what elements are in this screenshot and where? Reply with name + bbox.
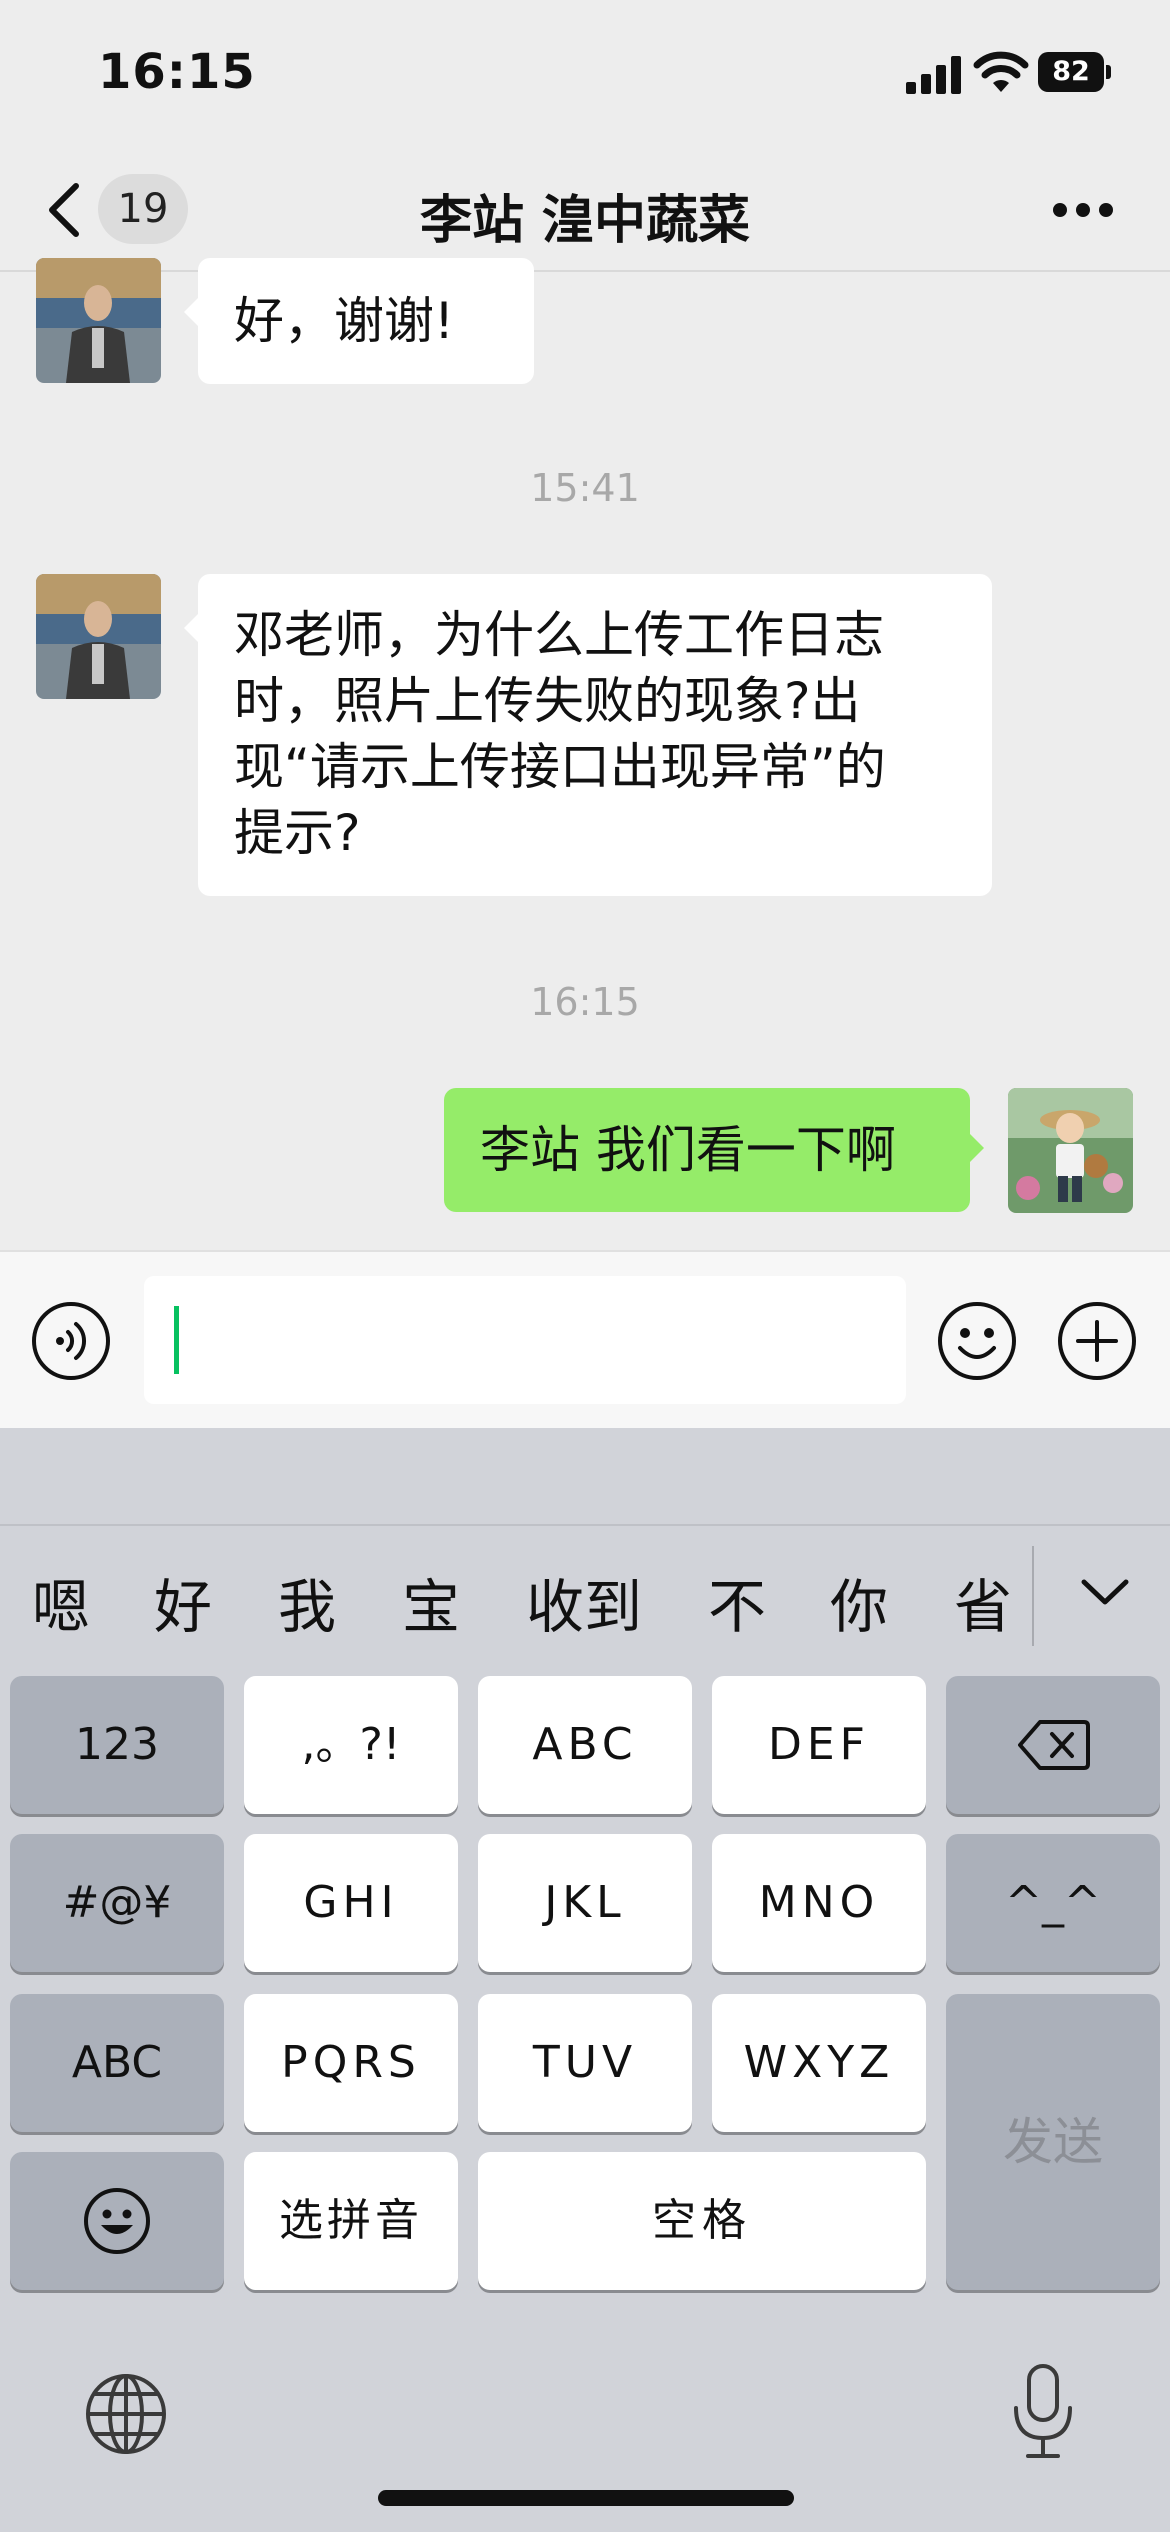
keyboard: 嗯 好 我 宝 收到 不 你 省 123 ,。?! ABC DEF #@¥ GH…: [0, 1428, 1170, 2532]
key-symbols[interactable]: #@¥: [10, 1834, 224, 1972]
text-caret: [174, 1306, 179, 1374]
message-bubble-outgoing[interactable]: 李站 我们看一下啊: [444, 1088, 984, 1212]
plus-icon[interactable]: [1056, 1300, 1138, 1382]
wifi-icon: [973, 51, 1029, 92]
key-punctuation[interactable]: ,。?!: [244, 1676, 458, 1814]
status-bar: 16:15 82: [0, 0, 1170, 150]
key-jkl[interactable]: JKL: [478, 1834, 692, 1972]
message-line: 时，照片上传失败的现象?出: [234, 672, 861, 730]
signal-icon: [906, 56, 961, 94]
key-pqrs[interactable]: PQRS: [244, 1994, 458, 2132]
candidate[interactable]: 你: [830, 1560, 888, 1644]
key-space[interactable]: 空格: [478, 2152, 926, 2290]
voice-icon[interactable]: [30, 1300, 112, 1382]
key-emoji[interactable]: [10, 2152, 224, 2290]
message-text: 好，谢谢!: [234, 292, 455, 350]
message-timestamp: 15:41: [530, 466, 640, 510]
message-text: 李站 我们看一下啊: [480, 1121, 896, 1179]
home-indicator: [378, 2490, 794, 2506]
collapse-chevron-icon[interactable]: [1070, 1572, 1140, 1612]
candidate[interactable]: 好: [154, 1560, 212, 1644]
candidate[interactable]: 宝: [402, 1560, 460, 1644]
message-line: 邓老师，为什么上传工作日志: [234, 606, 884, 664]
key-tuv[interactable]: TUV: [478, 1994, 692, 2132]
key-def[interactable]: DEF: [712, 1676, 926, 1814]
key-english[interactable]: ABC: [10, 1994, 224, 2132]
emoji-icon[interactable]: [936, 1300, 1018, 1382]
input-bar: [0, 1250, 1170, 1428]
key-kaomoji[interactable]: ^_^: [946, 1834, 1160, 1972]
battery-level: 82: [1038, 52, 1104, 92]
key-wxyz[interactable]: WXYZ: [712, 1994, 926, 2132]
message-bubble-incoming[interactable]: 好，谢谢!: [184, 258, 534, 384]
candidate[interactable]: 省: [954, 1560, 1012, 1644]
message-bubble-incoming[interactable]: 邓老师，为什么上传工作日志 时，照片上传失败的现象?出 现“请示上传接口出现异常…: [184, 574, 992, 896]
chat-header: 19 李站 湟中蔬菜: [0, 150, 1170, 272]
globe-icon[interactable]: [84, 2372, 168, 2456]
emoji-key-icon: [84, 2188, 150, 2254]
battery-icon: 82: [1038, 52, 1112, 92]
avatar[interactable]: [36, 574, 161, 699]
key-send[interactable]: 发送: [946, 1994, 1160, 2290]
delete-icon: [1018, 1720, 1090, 1770]
candidate[interactable]: 嗯: [32, 1560, 90, 1644]
microphone-icon[interactable]: [1006, 2362, 1080, 2462]
candidate-bar: 嗯 好 我 宝 收到 不 你 省: [0, 1524, 1170, 1646]
message-input[interactable]: [144, 1276, 906, 1404]
message-line: 提示?: [234, 804, 361, 862]
key-123[interactable]: 123: [10, 1676, 224, 1814]
key-pinyin-select[interactable]: 选拼音: [244, 2152, 458, 2290]
key-abc[interactable]: ABC: [478, 1676, 692, 1814]
key-ghi[interactable]: GHI: [244, 1834, 458, 1972]
avatar[interactable]: [36, 258, 161, 383]
message-line: 现“请示上传接口出现异常”的: [234, 738, 886, 796]
my-avatar[interactable]: [1008, 1088, 1133, 1213]
key-mno[interactable]: MNO: [712, 1834, 926, 1972]
more-icon[interactable]: [1052, 200, 1114, 220]
chat-title: 李站 湟中蔬菜: [419, 191, 751, 251]
message-timestamp: 16:15: [530, 980, 640, 1024]
candidate[interactable]: 我: [278, 1560, 336, 1644]
key-delete[interactable]: [946, 1676, 1160, 1814]
status-time: 16:15: [98, 44, 256, 100]
candidate[interactable]: 不: [708, 1560, 766, 1644]
candidate[interactable]: 收到: [526, 1560, 642, 1644]
